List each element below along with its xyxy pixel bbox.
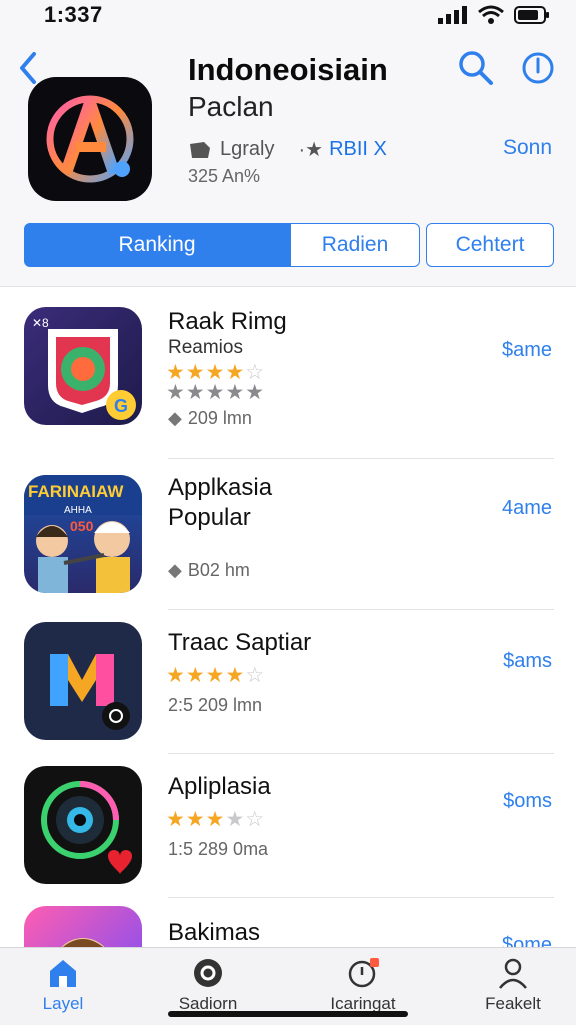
app-title: Indoneoisiain bbox=[188, 52, 388, 87]
item-title: Bakimas bbox=[168, 919, 261, 946]
tab-home[interactable]: Layel bbox=[8, 956, 118, 1014]
tab-label: Layel bbox=[42, 994, 84, 1013]
tab-games[interactable]: Sadiorn bbox=[153, 956, 263, 1014]
item-info: 1:5 289 0ma bbox=[168, 839, 268, 860]
rating-stars-secondary: ★★★★★ bbox=[166, 381, 266, 404]
item-title: Raak Rimg bbox=[168, 308, 287, 335]
game-controller-icon bbox=[194, 959, 222, 987]
item-info-text: 209 lmn bbox=[187, 408, 252, 428]
info-icon bbox=[522, 52, 554, 84]
download-icon: ◆ bbox=[168, 560, 182, 580]
item-info: 2:5 209 lmn bbox=[168, 695, 262, 716]
app-list: G ✕8 Raak Rimg Reamios ★★★★☆ ★★★★★ ◆ 209… bbox=[0, 287, 576, 947]
item-icon: FARINAIAW AHHA 050 bbox=[24, 475, 142, 593]
item-price[interactable]: $ame bbox=[502, 339, 552, 362]
item-price[interactable]: $ome bbox=[502, 934, 552, 947]
tab-radien[interactable]: Radien bbox=[290, 223, 420, 267]
browser-app-icon: G ✕8 bbox=[32, 316, 136, 420]
status-icons bbox=[438, 5, 550, 25]
badge-text: FARINAIAW bbox=[28, 482, 124, 501]
divider bbox=[168, 753, 554, 754]
status-bar: 1:337 bbox=[0, 0, 576, 34]
developer-icon bbox=[190, 141, 210, 158]
item-price[interactable]: 4ame bbox=[502, 497, 552, 520]
wifi-icon bbox=[478, 5, 504, 24]
segmented-control: Ranking Radien Cehtert bbox=[24, 223, 554, 267]
item-icon bbox=[24, 766, 142, 884]
camera-app-icon bbox=[41, 781, 132, 874]
battery-icon bbox=[514, 6, 549, 24]
app-icon bbox=[28, 77, 152, 201]
cartoon-game-icon: FARINAIAW AHHA 050 bbox=[24, 475, 142, 593]
item-info: ◆ 209 lmn bbox=[168, 408, 252, 429]
rating-stars: ★★★★☆ bbox=[166, 808, 266, 831]
item-icon bbox=[24, 622, 142, 740]
m-logo-app-icon bbox=[50, 654, 130, 730]
divider bbox=[168, 458, 554, 459]
chevron-left-icon bbox=[20, 52, 36, 84]
divider bbox=[168, 897, 554, 898]
avatar-app-icon bbox=[61, 938, 105, 947]
tab-label: Feakelt bbox=[485, 994, 541, 1013]
svg-text:✕8: ✕8 bbox=[32, 316, 49, 330]
badge-number: 050 bbox=[70, 518, 94, 534]
tab-notifications[interactable]: Icaringat bbox=[308, 956, 418, 1014]
app-size: 325 An% bbox=[188, 166, 261, 186]
item-price[interactable]: $ams bbox=[503, 650, 552, 673]
home-icon bbox=[50, 960, 76, 987]
item-info-text: B02 hm bbox=[187, 560, 250, 580]
signal-icon bbox=[438, 6, 467, 24]
item-title: Traac Saptiar bbox=[168, 629, 312, 656]
status-time: 1:337 bbox=[44, 2, 103, 27]
search-icon bbox=[459, 51, 493, 85]
item-info-text: 2:5 209 lmn bbox=[168, 695, 263, 715]
star-rank-icon: ·★ bbox=[298, 139, 324, 161]
item-info-text: 1:5 289 0ma bbox=[168, 839, 269, 859]
developer-name: Lgraly bbox=[220, 138, 275, 160]
item-info: ◆ B02 hm bbox=[168, 560, 250, 581]
app-subtitle: Paclan bbox=[188, 91, 274, 122]
home-indicator bbox=[168, 1011, 408, 1017]
divider bbox=[168, 609, 554, 610]
search-button[interactable] bbox=[456, 48, 496, 88]
item-title: Applkasia Popular bbox=[168, 473, 298, 533]
rank-text: RBII X bbox=[329, 138, 387, 160]
notifications-icon bbox=[348, 958, 379, 988]
item-subtitle: Reamios bbox=[168, 337, 243, 358]
profile-icon bbox=[499, 958, 527, 989]
rating-stars: ★★★★☆ bbox=[166, 664, 266, 687]
tab-cehtert[interactable]: Cehtert bbox=[426, 223, 554, 267]
get-button[interactable]: Sonn bbox=[503, 136, 552, 160]
download-icon: ◆ bbox=[168, 408, 182, 428]
item-price[interactable]: $oms bbox=[503, 790, 552, 813]
info-button[interactable] bbox=[518, 48, 558, 88]
tab-ranking[interactable]: Ranking bbox=[24, 223, 290, 267]
item-icon bbox=[24, 906, 142, 947]
item-title-text: Applkasia Popular bbox=[168, 474, 273, 531]
app-logo-icon bbox=[46, 95, 134, 183]
app-meta: Lgraly ·★ RBII X bbox=[188, 137, 387, 162]
badge-small-text: AHHA bbox=[64, 505, 92, 516]
tab-profile[interactable]: Feakelt bbox=[458, 956, 568, 1014]
svg-text:G: G bbox=[114, 396, 128, 416]
item-icon: G ✕8 bbox=[24, 307, 142, 425]
item-title: Apliplasia bbox=[168, 773, 271, 800]
